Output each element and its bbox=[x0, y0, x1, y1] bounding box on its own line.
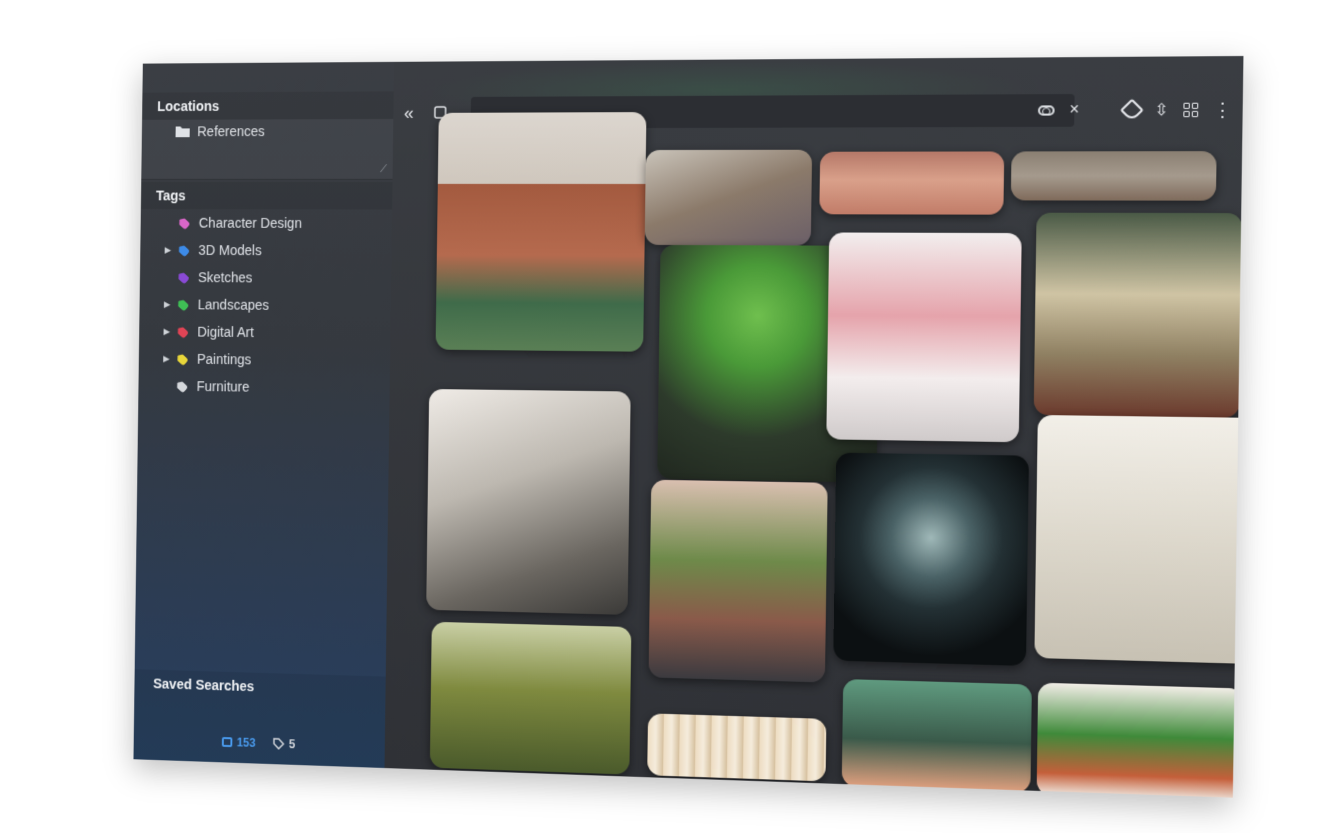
match-mode-toggle-icon[interactable] bbox=[1038, 105, 1055, 115]
gallery-image[interactable] bbox=[645, 150, 813, 246]
tag-label: Character Design bbox=[199, 215, 302, 231]
image-count[interactable]: 153 bbox=[221, 735, 255, 750]
tag-item-3d-models[interactable]: ▶ 3D Models bbox=[140, 236, 392, 264]
locations-list: References ⟋ bbox=[141, 119, 393, 180]
sort-order-icon[interactable]: ⇳ bbox=[1154, 100, 1168, 121]
tag-count-value: 5 bbox=[289, 737, 296, 751]
tag-item-digital-art[interactable]: ▶ Digital Art bbox=[139, 318, 391, 348]
gallery-image[interactable] bbox=[833, 453, 1029, 666]
tag-icon bbox=[175, 324, 189, 338]
tag-icon bbox=[176, 243, 190, 257]
tag-icon bbox=[175, 379, 189, 393]
image-icon bbox=[222, 737, 233, 747]
location-label: References bbox=[197, 123, 265, 139]
gallery-image[interactable] bbox=[436, 112, 647, 352]
saved-searches-list bbox=[133, 696, 385, 768]
gallery-image[interactable] bbox=[426, 389, 631, 615]
tag-label: Furniture bbox=[196, 378, 249, 394]
gallery-image[interactable] bbox=[819, 151, 1004, 214]
gallery-image[interactable] bbox=[1011, 151, 1217, 201]
tags-header[interactable]: Tags bbox=[141, 182, 393, 210]
collapse-sidebar-button[interactable]: « bbox=[393, 103, 424, 124]
gallery-image[interactable] bbox=[1034, 213, 1243, 418]
tag-item-paintings[interactable]: ▶ Paintings bbox=[139, 345, 391, 375]
search-tools: × ⇳ ⋮ bbox=[1038, 89, 1232, 131]
more-menu-icon[interactable]: ⋮ bbox=[1213, 105, 1232, 115]
tags-list: Character Design ▶ 3D Models Sketches ▶ … bbox=[138, 209, 392, 402]
gallery-image[interactable] bbox=[1034, 415, 1243, 664]
app-window: Locations References ⟋ Tags Character De… bbox=[133, 56, 1243, 798]
locations-header[interactable]: Locations bbox=[142, 91, 394, 119]
gallery-image[interactable] bbox=[1037, 683, 1244, 798]
tag-label: Digital Art bbox=[197, 324, 254, 340]
tag-icon bbox=[177, 216, 191, 230]
expand-caret-icon[interactable]: ▶ bbox=[165, 244, 178, 255]
tag-label: Sketches bbox=[198, 269, 253, 285]
tag-item-landscapes[interactable]: ▶ Landscapes bbox=[139, 290, 391, 319]
folder-icon bbox=[176, 126, 190, 138]
tag-label: Paintings bbox=[197, 351, 252, 367]
gallery-image[interactable] bbox=[647, 713, 826, 781]
tag-icon bbox=[176, 270, 190, 284]
tag-label: Landscapes bbox=[198, 297, 270, 313]
expand-caret-icon[interactable]: ▶ bbox=[164, 299, 177, 310]
tag-label: 3D Models bbox=[198, 242, 261, 258]
expand-caret-icon[interactable]: ▶ bbox=[163, 353, 176, 364]
tag-count[interactable]: 5 bbox=[273, 737, 296, 751]
tag-icon bbox=[175, 352, 189, 366]
image-count-value: 153 bbox=[237, 736, 256, 750]
gallery-image[interactable] bbox=[430, 622, 632, 775]
tag-item-sketches[interactable]: Sketches bbox=[140, 263, 392, 292]
location-item-references[interactable]: References bbox=[142, 119, 394, 143]
gallery-image[interactable] bbox=[826, 232, 1021, 442]
tag-icon bbox=[176, 297, 190, 311]
tag-item-furniture[interactable]: Furniture bbox=[138, 372, 390, 402]
sidebar: Locations References ⟋ Tags Character De… bbox=[133, 62, 394, 768]
gallery-image[interactable] bbox=[842, 679, 1032, 793]
clear-search-button[interactable]: × bbox=[1069, 101, 1079, 119]
tag-item-character-design[interactable]: Character Design bbox=[141, 209, 393, 237]
tag-editor-icon[interactable] bbox=[1120, 99, 1144, 122]
expand-caret-icon[interactable]: ▶ bbox=[163, 326, 176, 337]
tag-outline-icon bbox=[273, 738, 285, 750]
gallery-image[interactable] bbox=[649, 480, 828, 683]
grid-view-icon[interactable] bbox=[1183, 103, 1198, 117]
resize-grip-icon[interactable]: ⟋ bbox=[380, 164, 387, 175]
